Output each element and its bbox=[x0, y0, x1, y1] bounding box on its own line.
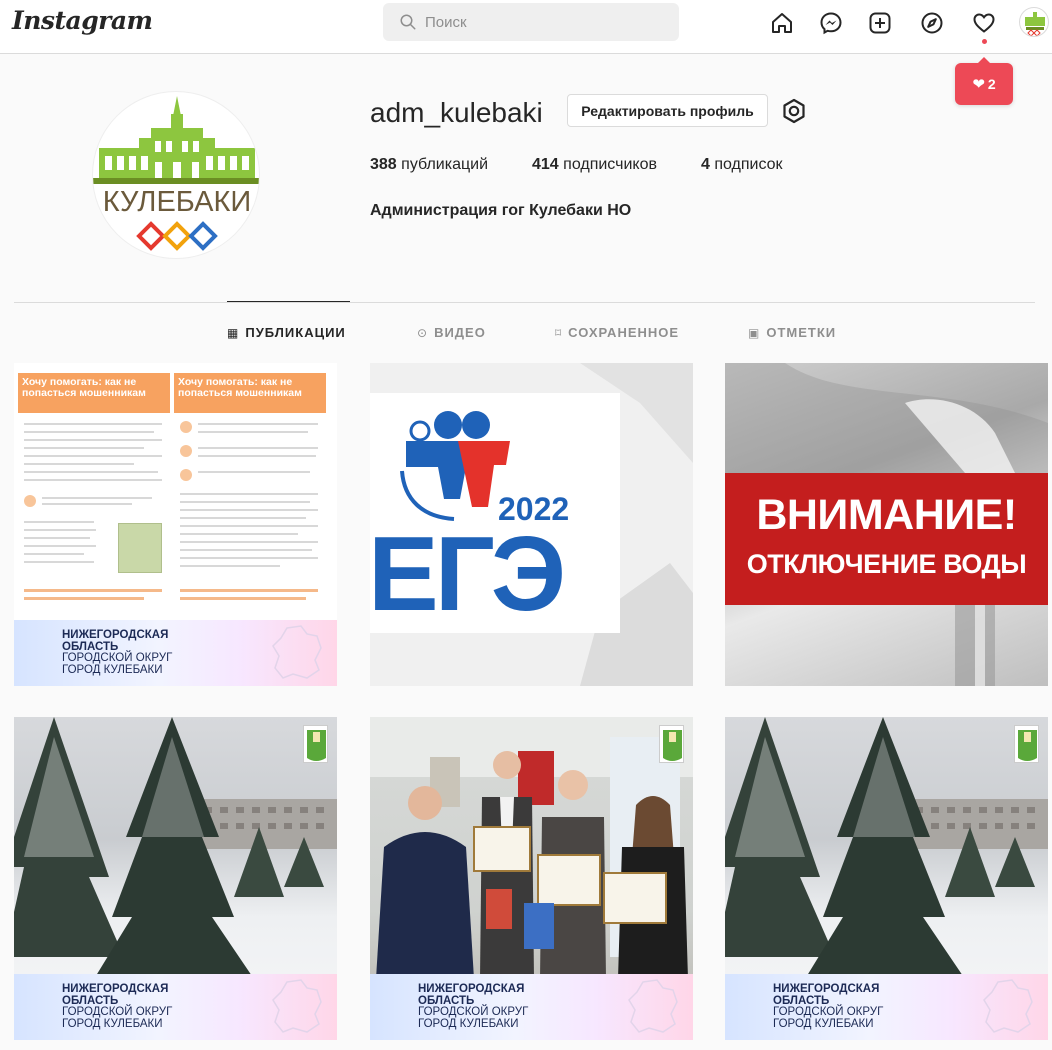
tab-saved[interactable]: ⌑ СОХРАНЕННОЕ bbox=[555, 325, 679, 340]
leaflet-title-left: Хочу помогать: как не попасться мошенник… bbox=[18, 373, 170, 413]
top-navigation-bar: Instagram bbox=[0, 0, 1052, 54]
city-emblem-icon bbox=[659, 725, 684, 763]
notification-dot bbox=[982, 39, 987, 44]
kulebaki-logo-icon: КУЛЕБАКИ bbox=[93, 96, 259, 251]
leaflet-title-right: Хочу помогать: как не попасться мошенник… bbox=[174, 373, 326, 413]
region-map-icon bbox=[272, 979, 322, 1033]
search-box[interactable] bbox=[383, 3, 679, 41]
city-emblem-icon bbox=[1014, 725, 1039, 763]
active-tab-indicator bbox=[227, 301, 350, 302]
avatar-logo-text: КУЛЕБАКИ bbox=[103, 186, 252, 218]
kulebaki-emblem-icon bbox=[1025, 12, 1045, 36]
tag-icon: ▣ bbox=[748, 325, 761, 340]
post-thumbnail-2[interactable]: 2022 ЕГЭ bbox=[370, 363, 693, 686]
profile-stats: 388 публикаций 414 подписчиков 4 подписо… bbox=[370, 156, 827, 174]
posts-count: 388 публикаций bbox=[370, 156, 488, 173]
region-banner: НИЖЕГОРОДСКАЯ ОБЛАСТЬ ГОРОДСКОЙ ОКРУГ ГО… bbox=[14, 620, 337, 686]
notification-badge[interactable]: ❤ 2 bbox=[955, 57, 1013, 105]
region-map-icon bbox=[272, 625, 322, 679]
leaflet-image: Хочу помогать: как не попасться мошенник… bbox=[14, 363, 337, 620]
instagram-logo[interactable]: Instagram bbox=[12, 6, 153, 35]
post-thumbnail-1[interactable]: Хочу помогать: как не попасться мошенник… bbox=[14, 363, 337, 686]
bookmark-icon: ⌑ bbox=[555, 325, 563, 340]
search-input[interactable] bbox=[425, 13, 655, 31]
ege-title: ЕГЭ bbox=[370, 515, 566, 633]
tabs-divider bbox=[14, 302, 1035, 303]
post-thumbnail-3[interactable]: ВНИМАНИЕ! ОТКЛЮЧЕНИЕ ВОДЫ bbox=[725, 363, 1048, 686]
profile-username: adm_kulebaki bbox=[370, 97, 543, 128]
post-thumbnail-6[interactable]: НИЖЕГОРОДСКАЯ ОБЛАСТЬ ГОРОДСКОЙ ОКРУГ ГО… bbox=[725, 717, 1048, 1040]
profile-avatar-small[interactable] bbox=[1019, 7, 1049, 37]
profile-avatar[interactable]: КУЛЕБАКИ bbox=[92, 91, 260, 259]
region-banner: НИЖЕГОРОДСКАЯ ОБЛАСТЬ ГОРОДСКОЙ ОКРУГ ГО… bbox=[370, 974, 693, 1040]
region-map-icon bbox=[628, 979, 678, 1033]
messenger-icon[interactable] bbox=[817, 9, 845, 37]
city-emblem-icon bbox=[303, 725, 328, 763]
grid-icon: ▦ bbox=[227, 325, 240, 340]
activity-heart-icon[interactable] bbox=[970, 9, 998, 37]
post-thumbnail-5[interactable]: НИЖЕГОРОДСКАЯ ОБЛАСТЬ ГОРОДСКОЙ ОКРУГ ГО… bbox=[370, 717, 693, 1040]
tab-video[interactable]: ⊙ ВИДЕО bbox=[417, 325, 486, 340]
water-alert-subtitle: ОТКЛЮЧЕНИЕ ВОДЫ bbox=[746, 549, 1027, 579]
tab-tagged[interactable]: ▣ ОТМЕТКИ bbox=[748, 325, 836, 340]
edit-profile-button[interactable]: Редактировать профиль bbox=[567, 94, 768, 127]
video-icon: ⊙ bbox=[417, 325, 429, 340]
search-icon bbox=[400, 14, 416, 30]
region-banner: НИЖЕГОРОДСКАЯ ОБЛАСТЬ ГОРОДСКОЙ ОКРУГ ГО… bbox=[725, 974, 1048, 1040]
tab-posts[interactable]: ▦ ПУБЛИКАЦИИ bbox=[227, 325, 346, 340]
following-count[interactable]: 4 подписок bbox=[701, 156, 783, 174]
region-map-icon bbox=[983, 979, 1033, 1033]
home-icon[interactable] bbox=[768, 9, 796, 37]
settings-gear-icon[interactable] bbox=[781, 98, 807, 124]
followers-count[interactable]: 414 подписчиков bbox=[532, 156, 657, 174]
region-banner: НИЖЕГОРОДСКАЯ ОБЛАСТЬ ГОРОДСКОЙ ОКРУГ ГО… bbox=[14, 974, 337, 1040]
profile-full-name: Администрация гог Кулебаки НО bbox=[370, 202, 632, 219]
heart-icon: ❤ bbox=[972, 76, 985, 93]
explore-icon[interactable] bbox=[918, 9, 946, 37]
water-alert-title: ВНИМАНИЕ! bbox=[756, 491, 1017, 539]
new-post-icon[interactable] bbox=[866, 9, 894, 37]
post-thumbnail-4[interactable]: НИЖЕГОРОДСКАЯ ОБЛАСТЬ ГОРОДСКОЙ ОКРУГ ГО… bbox=[14, 717, 337, 1040]
